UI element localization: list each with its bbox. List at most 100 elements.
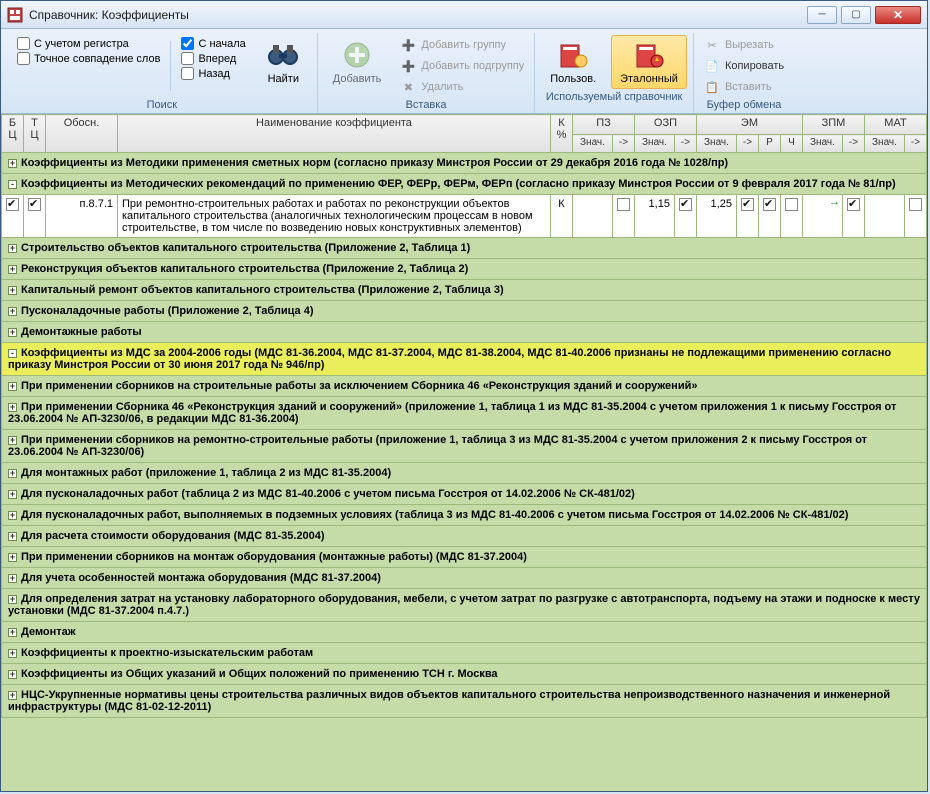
group-row[interactable]: +Для расчета стоимости оборудования (МДС… [2,526,927,547]
add-button[interactable]: Добавить [324,35,391,89]
opt-forward[interactable]: Вперед [181,52,245,65]
group-row[interactable]: +Капитальный ремонт объектов капитальног… [2,280,927,301]
checkbox[interactable] [28,198,41,211]
checkbox[interactable] [909,198,922,211]
group-clipboard: ✂Вырезать 📄Копировать 📋Вставить Буфер об… [694,33,794,113]
group-row[interactable]: -Коэффициенты из Методических рекомендац… [2,174,927,195]
find-button[interactable]: Найти [256,35,311,89]
group-row[interactable]: +Демонтажные работы [2,322,927,343]
minimize-button[interactable]: ─ [807,6,837,24]
group-row[interactable]: +Для пусконаладочных работ (таблица 2 из… [2,484,927,505]
ribbon: С учетом регистра Точное совпадение слов… [1,29,927,114]
group-row[interactable]: +При применении сборников на строительны… [2,376,927,397]
col-obosn[interactable]: Обосн. [46,115,118,153]
opt-exact[interactable]: Точное совпадение слов [17,52,160,65]
group-row[interactable]: +При применении Сборника 46 «Реконструкц… [2,397,927,430]
col-ozp[interactable]: ОЗП [634,115,696,135]
col-kpct[interactable]: К % [550,115,572,153]
group-row[interactable]: +Пусконаладочные работы (Приложение 2, Т… [2,301,927,322]
col-tc[interactable]: Т Ц [24,115,46,153]
expand-toggle[interactable]: + [8,403,17,412]
col-mat[interactable]: МАТ [864,115,926,135]
copy-button[interactable]: 📄Копировать [700,56,788,76]
coefficients-table: Б Ц Т Ц Обосн. Наименование коэффициента… [1,114,927,718]
expand-toggle[interactable]: + [8,244,17,253]
expand-toggle[interactable]: + [8,511,17,520]
group-label: Для определения затрат на установку лабо… [8,593,920,617]
cell-text: При ремонтно-строительных работах и рабо… [118,195,551,238]
add-subgroup-button[interactable]: ➕Добавить подгруппу [396,56,528,76]
checkbox[interactable] [6,198,19,211]
checkbox[interactable] [763,198,776,211]
group-label: Коэффициенты из Общих указаний и Общих п… [21,668,498,680]
expand-toggle[interactable]: + [8,649,17,658]
group-row[interactable]: +При применении сборников на ремонтно-ст… [2,430,927,463]
group-row[interactable]: -Коэффициенты из МДС за 2004-2006 годы (… [2,343,927,376]
binoculars-icon [267,39,299,71]
group-row[interactable]: + Для пусконаладочных работ, выполняемых … [2,505,927,526]
group-row[interactable]: +Коэффициенты к проектно-изыскательским … [2,643,927,664]
plus-icon [341,39,373,71]
checkbox[interactable] [741,198,754,211]
checkbox[interactable] [679,198,692,211]
close-button[interactable]: ✕ [875,6,921,24]
etalon-ref-button[interactable]: Эталонный [611,35,687,89]
col-name[interactable]: Наименование коэффициента [118,115,551,153]
group-row[interactable]: +Реконструкция объектов капитального стр… [2,259,927,280]
add-group-button[interactable]: ➕Добавить группу [396,35,528,55]
paste-button[interactable]: 📋Вставить [700,77,788,97]
grid[interactable]: Б Ц Т Ц Обосн. Наименование коэффициента… [1,114,927,791]
expand-toggle[interactable]: + [8,382,17,391]
expand-toggle[interactable]: + [8,436,17,445]
expand-toggle[interactable]: + [8,574,17,583]
group-reference: Пользов. Эталонный Используемый справочн… [535,33,694,113]
maximize-button[interactable]: ▢ [841,6,871,24]
group-row[interactable]: +Демонтаж [2,622,927,643]
delete-button[interactable]: ✖Удалить [396,77,528,97]
expand-toggle[interactable]: + [8,595,17,604]
group-label: Для монтажных работ (приложение 1, табли… [21,467,391,479]
group-row[interactable]: + Для монтажных работ (приложение 1, табл… [2,463,927,484]
expand-toggle[interactable]: + [8,532,17,541]
group-row[interactable]: +НЦС-Укрупненные нормативы цены строител… [2,685,927,718]
expand-toggle[interactable]: + [8,307,17,316]
expand-toggle[interactable]: + [8,469,17,478]
group-row[interactable]: +Для определения затрат на установку лаб… [2,589,927,622]
expand-toggle[interactable]: - [8,349,17,358]
group-label: При применении сборников на ремонтно-стр… [8,434,867,458]
expand-toggle[interactable]: + [8,265,17,274]
expand-toggle[interactable]: + [8,159,17,168]
checkbox[interactable] [617,198,630,211]
expand-toggle[interactable]: + [8,691,17,700]
checkbox[interactable] [785,198,798,211]
opt-back[interactable]: Назад [181,67,245,80]
opt-register[interactable]: С учетом регистра [17,37,160,50]
expand-toggle[interactable]: - [8,180,17,189]
copy-icon: 📄 [704,58,720,74]
plus-small-icon: ➕ [400,37,416,53]
app-window: Справочник: Коэффициенты ─ ▢ ✕ С учетом … [0,0,928,792]
group-label: Для пусконаладочных работ, выполняемых в… [21,509,848,521]
data-row[interactable]: п.8.7.1При ремонтно-строительных работах… [2,195,927,238]
user-ref-button[interactable]: Пользов. [541,35,605,89]
col-bc[interactable]: Б Ц [2,115,24,153]
group-row[interactable]: +При применении сборников на монтаж обор… [2,547,927,568]
expand-toggle[interactable]: + [8,553,17,562]
group-row[interactable]: +Для учета особенностей монтажа оборудов… [2,568,927,589]
opt-begin[interactable]: С начала [181,37,245,50]
group-row[interactable]: +Строительство объектов капитального стр… [2,238,927,259]
titlebar[interactable]: Справочник: Коэффициенты ─ ▢ ✕ [1,1,927,29]
group-row[interactable]: +Коэффициенты из Методики применения сме… [2,153,927,174]
expand-toggle[interactable]: + [8,328,17,337]
expand-toggle[interactable]: + [8,490,17,499]
cut-button[interactable]: ✂Вырезать [700,35,788,55]
group-row[interactable]: + Коэффициенты из Общих указаний и Общих … [2,664,927,685]
col-pz[interactable]: ПЗ [572,115,634,135]
expand-toggle[interactable]: + [8,286,17,295]
expand-toggle[interactable]: + [8,670,17,679]
col-em[interactable]: ЭМ [696,115,802,135]
checkbox[interactable] [847,198,860,211]
group-search: С учетом регистра Точное совпадение слов… [7,33,318,113]
col-zpm[interactable]: ЗПМ [802,115,864,135]
expand-toggle[interactable]: + [8,628,17,637]
